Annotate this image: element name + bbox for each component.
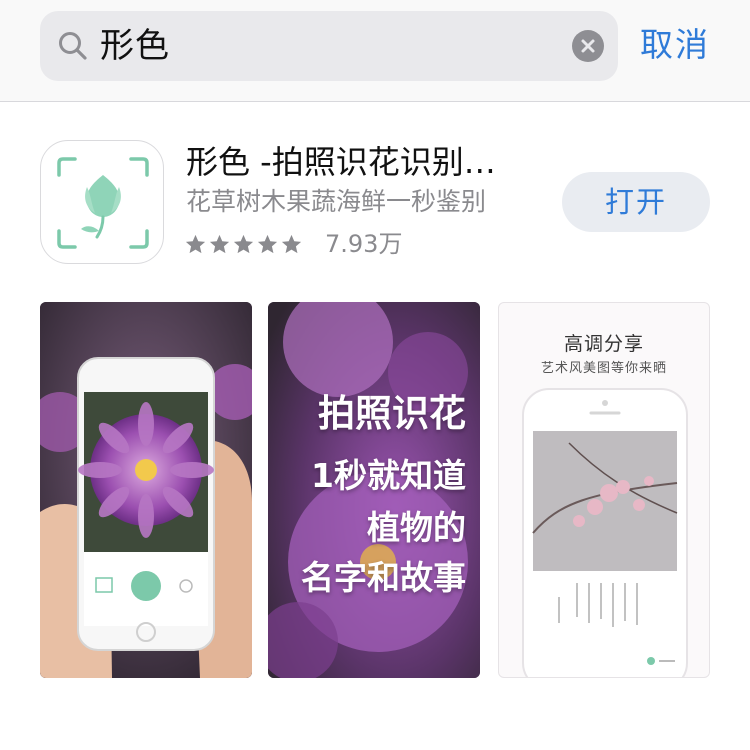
promo-line-3: 植物的 [367, 508, 466, 547]
clear-icon[interactable] [572, 30, 604, 62]
app-icon[interactable] [40, 140, 164, 264]
flower-logo-icon [57, 157, 149, 249]
cancel-button[interactable]: 取消 [640, 22, 710, 68]
rating-row: 7.93万 [184, 226, 402, 262]
app-subtitle: 花草树木果蔬海鲜一秒鉴别 [186, 187, 487, 216]
promo-line-1: 拍照识花 [318, 392, 466, 435]
share-title: 高调分享 [563, 333, 644, 355]
promo-line-4: 名字和故事 [301, 558, 466, 597]
search-input[interactable]: 形色 [100, 24, 170, 68]
screenshot-1[interactable] [40, 302, 252, 678]
share-subtitle: 艺术风美图等你来晒 [540, 361, 667, 376]
screenshot-3[interactable]: 高调分享 艺术风美图等你来晒 [498, 302, 710, 678]
app-title[interactable]: 形色 -拍照识花识别… [186, 140, 536, 184]
star-icon [281, 234, 302, 253]
phone-share-image [522, 388, 688, 677]
search-icon [59, 32, 87, 60]
search-bar[interactable]: 形色 [40, 11, 618, 81]
star-icon [257, 234, 278, 253]
promo-line-2: 1秒就知道 [311, 456, 466, 495]
star-icon [233, 234, 254, 253]
rating-count: 7.93万 [325, 230, 403, 258]
star-icon [209, 234, 230, 253]
star-icon [185, 234, 206, 253]
phone-camera-image [40, 302, 252, 678]
search-header: 形色 取消 [0, 0, 750, 102]
rating-stars [184, 233, 303, 256]
screenshot-2[interactable]: 拍照识花 1秒就知道 植物的 名字和故事 [268, 302, 480, 678]
open-button[interactable]: 打开 [562, 172, 710, 232]
